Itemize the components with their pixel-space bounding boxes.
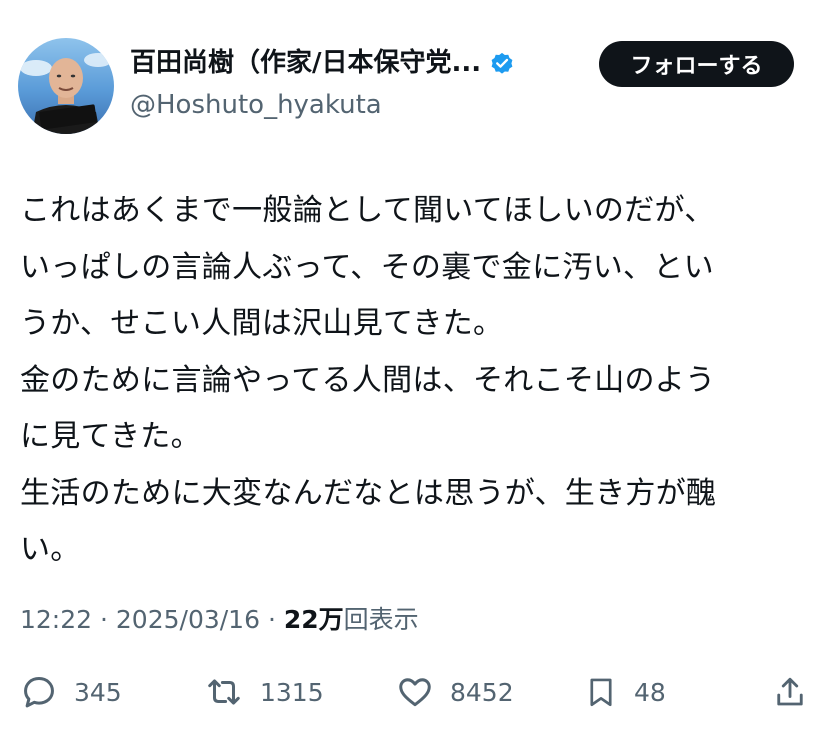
bookmark-count: 48 [634,677,666,707]
bookmark-button[interactable]: 48 [584,666,666,718]
meta-separator: · [100,605,108,634]
views-count: 22万 [283,605,344,634]
avatar[interactable] [18,38,114,134]
verified-badge-icon [491,52,513,74]
retweet-button[interactable]: 1315 [204,666,324,718]
author-name-row: 百田尚樹（作家/日本保守党... [130,46,515,80]
meta-separator: · [267,605,276,634]
bookmark-icon [590,678,612,707]
tweet-text-line: い。 [20,532,81,567]
share-icon [777,677,803,706]
like-button[interactable]: 8452 [396,666,514,718]
reply-icon [24,677,54,708]
tweet-text: これはあくまで一般論として聞いてほしいのだが、 いっぱしの言論人ぶって、その裏で… [20,183,810,579]
tweet-meta: 12:22 · 2025/03/16 · 22万回表示 [20,602,419,638]
tweet-text-line: いっぱしの言論人ぶって、その裏で金に汚い、とい [20,249,714,285]
share-button[interactable] [772,666,808,718]
like-count: 8452 [450,677,514,707]
reply-button[interactable]: 345 [20,666,122,718]
heart-icon [399,678,431,707]
retweet-icon [208,679,240,705]
reply-count: 345 [74,677,122,707]
author-handle[interactable]: @Hoshuto_hyakuta [130,88,382,122]
action-bar: 345 1315 8452 48 [0,666,828,718]
tweet-text-line: 生活のために大変なんだなとは思うが、生き方が醜 [20,475,717,511]
follow-button[interactable]: フォローする [599,41,794,87]
tweet-time[interactable]: 12:22 [20,605,92,634]
tweet-text-line: に見てきた。 [20,419,201,454]
retweet-count: 1315 [260,677,324,707]
views-label: 回表示 [343,605,419,634]
avatar-image [20,53,112,134]
tweet-text-line: うか、せこい人間は沢山見てきた。 [20,306,504,341]
tweet-date[interactable]: 2025/03/16 [116,605,260,634]
author-display-name[interactable]: 百田尚樹（作家/日本保守党... [130,46,481,80]
tweet-header: 百田尚樹（作家/日本保守党... @Hoshuto_hyakuta フォローする [0,0,828,150]
tweet-text-line: 金のために言論やってる人間は、それこそ山のよう [20,362,716,398]
tweet-text-line: これはあくまで一般論として聞いてほしいのだが、 [20,193,715,228]
